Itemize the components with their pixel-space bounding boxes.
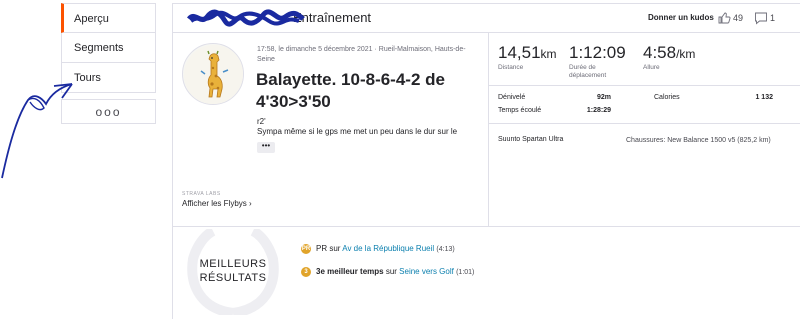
elapsed-label: Temps écoulé xyxy=(498,107,542,114)
activity-nav: Aperçu Segments Tours ooo xyxy=(61,3,156,124)
best-results-title: MEILLEURS RÉSULTATS xyxy=(199,258,267,284)
nav-item-apercu[interactable]: Aperçu xyxy=(61,3,156,33)
effort-time: (1:01) xyxy=(456,269,475,277)
effort-prefix: PR xyxy=(316,244,328,254)
pace-label: Allure xyxy=(643,64,660,71)
stat-distance: 14,51km Distance xyxy=(498,43,557,72)
flybys-link[interactable]: Afficher les Flybys › xyxy=(182,199,252,208)
calories-label: Calories xyxy=(654,94,680,101)
distance-label: Distance xyxy=(498,64,524,71)
stats-divider-2 xyxy=(489,123,800,124)
device-name: Suunto Spartan Ultra xyxy=(498,136,564,143)
gold-medal-icon: PR xyxy=(301,244,311,254)
distance-unit: km xyxy=(540,47,557,61)
activity-card: 17:58, le dimanche 5 décembre 2021 · Rue… xyxy=(172,33,800,319)
comment-count: 1 xyxy=(770,13,776,23)
effort-time: (4:13) xyxy=(436,246,455,254)
effort-prefix: 3e meilleur temps xyxy=(316,267,384,277)
redaction-scribble xyxy=(187,9,305,27)
segment-link[interactable]: Av de la République Rueil xyxy=(342,244,434,253)
nav-item-segments[interactable]: Segments xyxy=(61,33,156,63)
avatar[interactable] xyxy=(182,43,244,105)
section-divider xyxy=(173,226,800,227)
effort-middle: sur xyxy=(383,267,400,277)
strava-labs-label: STRAVA LABS xyxy=(182,191,221,197)
activity-header: Entraînement Donner un kudos 49 1 xyxy=(172,3,800,33)
description-more-button[interactable]: ••• xyxy=(257,142,275,153)
activity-title: Balayette. 10-8-6-4-2 de 4'30>3'50 xyxy=(256,70,445,111)
stats-divider xyxy=(489,85,800,86)
effort-middle: sur xyxy=(327,244,343,254)
kudos-count: 49 xyxy=(733,13,744,23)
best-effort-row: 3 3e meilleur temps sur Seine vers Golf (… xyxy=(301,267,474,277)
comment-icon[interactable] xyxy=(754,11,768,25)
give-kudos-button[interactable]: Donner un kudos xyxy=(648,13,714,22)
elevation-value: 92m xyxy=(596,94,611,101)
nav-item-tours[interactable]: Tours xyxy=(61,63,156,93)
duration-label: Durée de déplacement xyxy=(569,64,607,79)
segment-link[interactable]: Seine vers Golf xyxy=(399,267,454,276)
duration-value: 1:12:09 xyxy=(569,43,626,62)
nav-more-button[interactable]: ooo xyxy=(61,99,156,124)
distance-value: 14,51 xyxy=(498,43,541,62)
pace-value: 4:58 xyxy=(643,43,677,62)
column-divider xyxy=(488,33,489,226)
best-effort-row: PR PR sur Av de la République Rueil (4:13… xyxy=(301,244,455,254)
elapsed-value: 1:28:29 xyxy=(586,107,611,114)
thumbs-up-icon[interactable] xyxy=(717,11,731,25)
activity-description-line2: Sympa même si le gps me met un peu dans … xyxy=(257,127,458,136)
stat-duration: 1:12:09 Durée de déplacement xyxy=(569,43,629,80)
bronze-medal-icon: 3 xyxy=(301,267,311,277)
activity-description-line1: r2' xyxy=(257,117,266,126)
stat-pace: 4:58/km Allure xyxy=(643,43,695,72)
elevation-label: Dénivelé xyxy=(498,94,526,101)
shoes-info: Chaussures: New Balance 1500 v5 (825,2 k… xyxy=(626,137,771,144)
giraffe-avatar-icon xyxy=(184,45,243,104)
pace-unit: /km xyxy=(676,47,696,61)
calories-value: 1 132 xyxy=(755,94,773,101)
activity-meta: 17:58, le dimanche 5 décembre 2021 · Rue… xyxy=(257,46,466,63)
